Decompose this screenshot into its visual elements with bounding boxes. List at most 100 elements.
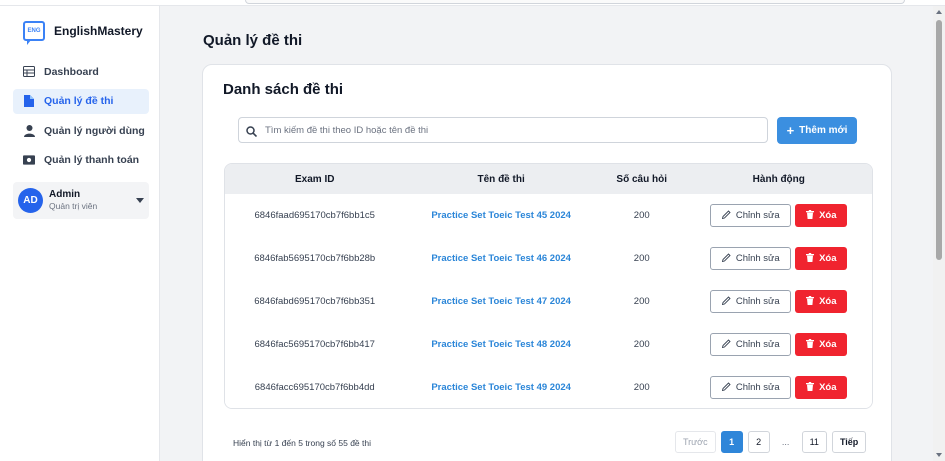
pencil-icon bbox=[721, 338, 731, 351]
search-box[interactable] bbox=[238, 117, 768, 143]
edit-label: Chỉnh sửa bbox=[735, 339, 780, 350]
question-count-cell: 200 bbox=[633, 253, 650, 264]
user-role: Quản trị viên bbox=[49, 201, 98, 212]
edit-label: Chỉnh sửa bbox=[735, 210, 780, 221]
exam-table: Exam ID Tên đề thi Số câu hỏi Hành động … bbox=[224, 163, 873, 409]
column-header-question-count[interactable]: Số câu hỏi bbox=[598, 174, 686, 185]
money-icon bbox=[23, 154, 35, 166]
exam-name-link[interactable]: Practice Set Toeic Test 48 2024 bbox=[404, 339, 597, 350]
table-row: 6846facc695170cb7f6bb4dd Practice Set To… bbox=[225, 366, 872, 408]
delete-label: Xóa bbox=[819, 253, 837, 264]
actions-cell: Chỉnh sửa Xóa bbox=[686, 376, 872, 399]
edit-button[interactable]: Chỉnh sửa bbox=[710, 376, 792, 399]
edit-label: Chỉnh sửa bbox=[735, 296, 780, 307]
delete-label: Xóa bbox=[819, 210, 837, 221]
avatar: AD bbox=[18, 188, 43, 213]
page-scrollbar[interactable] bbox=[933, 6, 945, 461]
chat-logo-icon: ENG bbox=[23, 21, 45, 45]
sidebar-item-label: Quản lý người dùng bbox=[44, 124, 145, 137]
question-count-cell: 200 bbox=[633, 296, 650, 307]
table-row: 6846fab5695170cb7f6bb28b Practice Set To… bbox=[225, 237, 872, 280]
brand-name: EnglishMastery bbox=[54, 24, 143, 38]
delete-button[interactable]: Xóa bbox=[795, 247, 848, 270]
pencil-icon bbox=[721, 295, 731, 308]
delete-label: Xóa bbox=[819, 339, 837, 350]
window-handle bbox=[245, 0, 905, 4]
page-button-11[interactable]: 11 bbox=[801, 431, 827, 453]
sidebar-item-payments[interactable]: Quản lý thanh toán bbox=[13, 148, 149, 173]
plus-icon: + bbox=[786, 123, 795, 138]
exam-list-card: Danh sách đề thi + Thêm mới Exam ID Tên … bbox=[202, 64, 892, 461]
sidebar-item-label: Quản lý thanh toán bbox=[44, 154, 140, 166]
table-row: 6846fac5695170cb7f6bb417 Practice Set To… bbox=[225, 323, 872, 366]
pencil-icon bbox=[721, 252, 731, 265]
exam-name-link[interactable]: Practice Set Toeic Test 46 2024 bbox=[404, 253, 597, 264]
column-header-exam-name[interactable]: Tên đề thi bbox=[404, 174, 597, 185]
chevron-down-icon[interactable] bbox=[136, 198, 144, 203]
edit-button[interactable]: Chỉnh sửa bbox=[710, 290, 792, 313]
actions-cell: Chỉnh sửa Xóa bbox=[686, 247, 872, 270]
question-count-cell: 200 bbox=[633, 210, 650, 221]
page-button-1[interactable]: 1 bbox=[720, 431, 743, 453]
exam-id-cell: 6846facc695170cb7f6bb4dd bbox=[254, 382, 375, 393]
pencil-icon bbox=[721, 381, 731, 394]
edit-button[interactable]: Chỉnh sửa bbox=[710, 247, 792, 270]
scroll-down-arrow-icon[interactable] bbox=[936, 453, 942, 457]
trash-icon bbox=[806, 338, 815, 351]
table-row: 6846fabd695170cb7f6bb351 Practice Set To… bbox=[225, 280, 872, 323]
sidebar-item-label: Dashboard bbox=[44, 65, 99, 78]
sidebar-item-users[interactable]: Quản lý người dùng bbox=[13, 118, 149, 143]
delete-button[interactable]: Xóa bbox=[795, 333, 848, 356]
brand[interactable]: ENG EnglishMastery bbox=[23, 21, 143, 45]
card-title: Danh sách đề thi bbox=[223, 81, 344, 98]
search-input[interactable] bbox=[265, 124, 755, 136]
prev-page-button[interactable]: Trước bbox=[675, 431, 716, 453]
pagination: Trước 1 2 ... 11 Tiếp bbox=[675, 431, 871, 453]
sidebar-item-dashboard[interactable]: Dashboard bbox=[13, 59, 149, 84]
delete-label: Xóa bbox=[819, 296, 837, 307]
sidebar-item-label: Quản lý đề thi bbox=[44, 95, 114, 107]
user-name: Admin bbox=[49, 188, 81, 200]
actions-cell: Chỉnh sửa Xóa bbox=[686, 204, 872, 227]
table-row: 6846faad695170cb7f6bb1c5 Practice Set To… bbox=[225, 194, 872, 237]
table-header: Exam ID Tên đề thi Số câu hỏi Hành động bbox=[225, 164, 872, 194]
add-button-label: Thêm mới bbox=[799, 125, 848, 136]
add-exam-button[interactable]: + Thêm mới bbox=[777, 117, 857, 144]
scroll-up-arrow-icon[interactable] bbox=[936, 10, 942, 14]
user-icon bbox=[23, 124, 35, 137]
edit-button[interactable]: Chỉnh sửa bbox=[710, 204, 792, 227]
scrollbar-thumb[interactable] bbox=[936, 20, 942, 260]
exam-name-link[interactable]: Practice Set Toeic Test 49 2024 bbox=[404, 382, 597, 393]
page-title: Quản lý đề thi bbox=[203, 32, 303, 49]
exam-name-link[interactable]: Practice Set Toeic Test 47 2024 bbox=[404, 296, 597, 307]
results-summary: Hiển thị từ 1 đến 5 trong số 55 đề thi bbox=[233, 438, 372, 448]
table-icon bbox=[23, 66, 35, 78]
pencil-icon bbox=[721, 209, 731, 222]
exam-id-cell: 6846fabd695170cb7f6bb351 bbox=[254, 296, 376, 307]
exam-id-cell: 6846fab5695170cb7f6bb28b bbox=[254, 253, 376, 264]
sidebar-item-exams[interactable]: Quản lý đề thi bbox=[13, 88, 149, 114]
actions-cell: Chỉnh sửa Xóa bbox=[686, 290, 872, 313]
next-page-button[interactable]: Tiếp bbox=[831, 431, 867, 453]
delete-button[interactable]: Xóa bbox=[795, 290, 848, 313]
exam-id-cell: 6846faad695170cb7f6bb1c5 bbox=[254, 210, 375, 221]
edit-label: Chỉnh sửa bbox=[735, 382, 780, 393]
trash-icon bbox=[806, 381, 815, 394]
column-header-actions: Hành động bbox=[752, 173, 805, 185]
delete-label: Xóa bbox=[819, 382, 837, 393]
user-info: Admin Quản trị viên bbox=[49, 189, 97, 212]
delete-button[interactable]: Xóa bbox=[795, 376, 848, 399]
edit-button[interactable]: Chỉnh sửa bbox=[710, 333, 792, 356]
exam-name-link[interactable]: Practice Set Toeic Test 45 2024 bbox=[404, 210, 597, 221]
question-count-cell: 200 bbox=[633, 339, 650, 350]
user-menu[interactable]: AD Admin Quản trị viên bbox=[13, 182, 149, 219]
exam-id-cell: 6846fac5695170cb7f6bb417 bbox=[254, 339, 375, 350]
column-header-exam-id[interactable]: Exam ID bbox=[225, 174, 404, 185]
trash-icon bbox=[806, 295, 815, 308]
page-ellipsis: ... bbox=[781, 437, 790, 447]
search-icon bbox=[246, 124, 258, 138]
page-button-2[interactable]: 2 bbox=[747, 431, 770, 453]
delete-button[interactable]: Xóa bbox=[795, 204, 848, 227]
sidebar: ENG EnglishMastery Dashboard Quản lý đề … bbox=[0, 6, 160, 461]
actions-cell: Chỉnh sửa Xóa bbox=[686, 333, 872, 356]
